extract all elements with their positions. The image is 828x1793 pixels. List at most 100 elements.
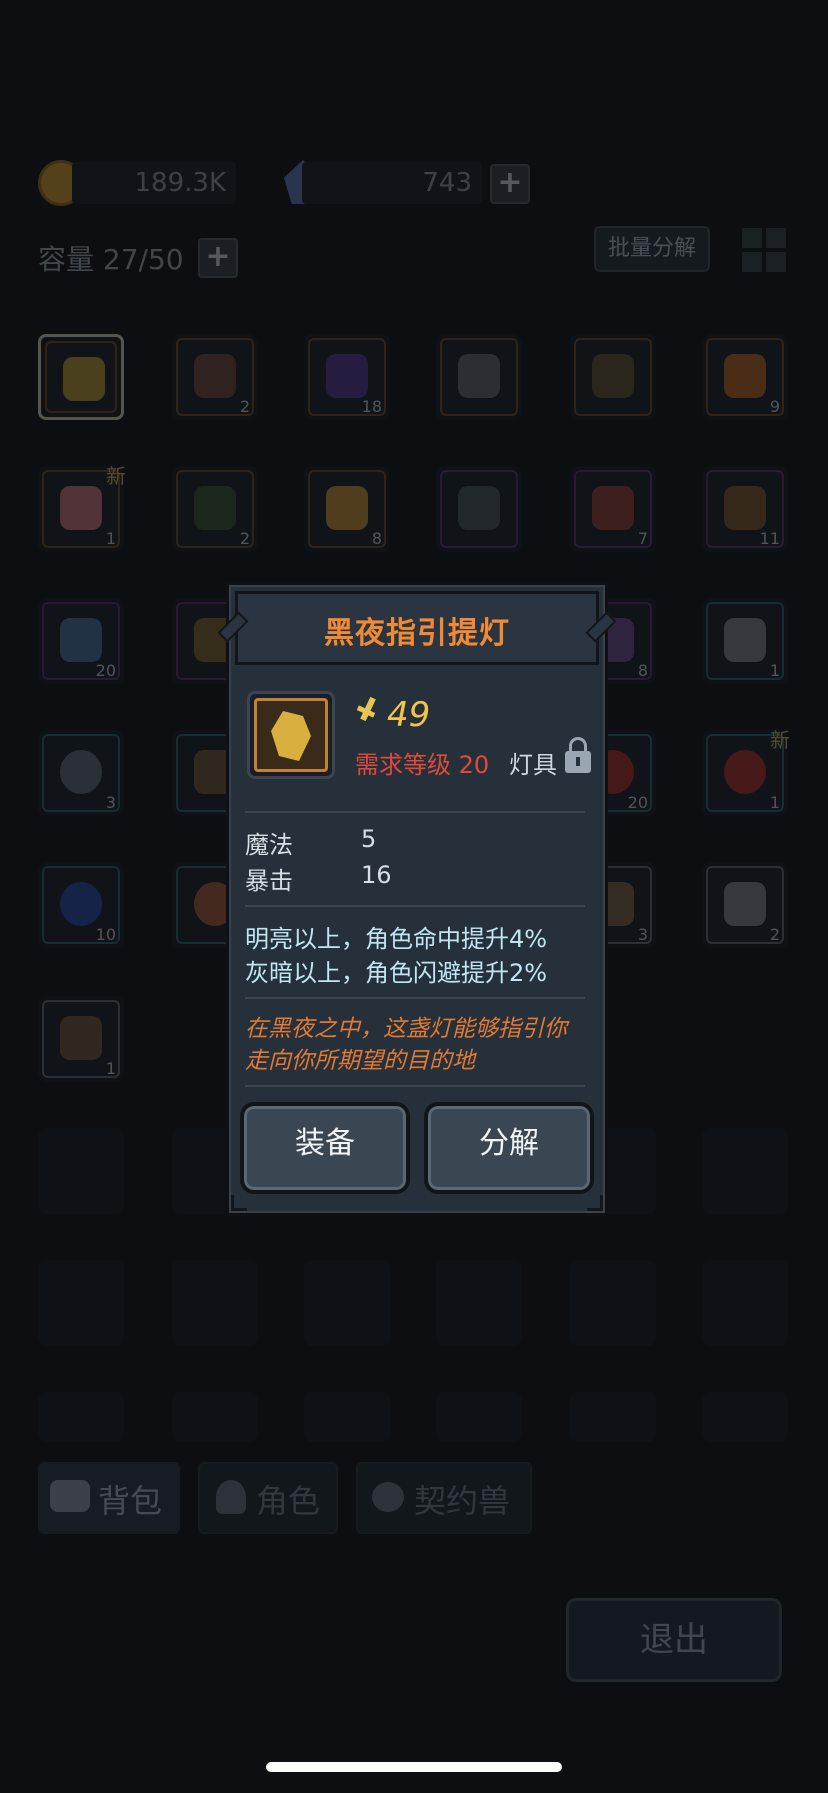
inventory-slot[interactable]: 20 <box>38 598 124 684</box>
equip-button[interactable]: 装备 <box>240 1102 410 1194</box>
lantern-icon <box>271 711 311 761</box>
empty-slot[interactable] <box>172 1392 258 1442</box>
inventory-slot[interactable]: 9 <box>702 334 788 420</box>
empty-slot[interactable] <box>570 1392 656 1442</box>
exit-button[interactable]: 退出 <box>562 1594 786 1686</box>
add-crystal-button[interactable]: + <box>490 164 530 204</box>
inventory-slot[interactable]: 1 <box>702 598 788 684</box>
empty-slot[interactable] <box>702 1260 788 1346</box>
tab-pet[interactable]: 契约兽 <box>356 1462 532 1534</box>
corner-ornament <box>587 1195 603 1211</box>
fire-item-icon <box>724 354 766 398</box>
inventory-slot[interactable]: 1 <box>38 996 124 1082</box>
inventory-slot-selected[interactable] <box>38 334 124 420</box>
paw-icon <box>372 1482 404 1512</box>
egg-item-icon <box>60 486 102 530</box>
inventory-slot[interactable] <box>570 334 656 420</box>
scroll-item-icon <box>592 354 634 398</box>
inventory-slot[interactable]: 8 <box>304 466 390 552</box>
inventory-slot[interactable] <box>436 334 522 420</box>
inventory-slot[interactable]: 2 <box>172 466 258 552</box>
lantern-item-icon <box>63 357 105 401</box>
empty-slot[interactable] <box>38 1392 124 1442</box>
rune-stone-item-icon <box>326 354 368 398</box>
inventory-slot[interactable]: 10 <box>38 862 124 948</box>
inventory-slot[interactable]: 2 <box>172 334 258 420</box>
tab-character-label: 角色 <box>256 1482 321 1520</box>
corner-ornament <box>231 1195 247 1211</box>
herb-item-icon <box>194 486 236 530</box>
modal-header: 黑夜指引提灯 <box>217 591 617 665</box>
bonus-line: 灰暗以上，角色闪避提升2% <box>245 959 548 987</box>
capacity-label: 容量 27/50 <box>38 243 184 276</box>
new-badge: 新 <box>106 464 126 488</box>
mushroom-item-icon <box>194 354 236 398</box>
hammer-item-icon <box>458 486 500 530</box>
empty-slot[interactable] <box>172 1260 258 1346</box>
stat-name-magic: 魔法 <box>245 831 293 859</box>
item-title: 黑夜指引提灯 <box>324 616 510 651</box>
item-icon-border <box>254 698 328 772</box>
empty-slot[interactable] <box>570 1260 656 1346</box>
character-icon <box>216 1480 246 1514</box>
stat-value-crit: 16 <box>361 861 392 889</box>
armor-item-icon <box>724 882 766 926</box>
empty-slot[interactable] <box>436 1260 522 1346</box>
batch-decompose-button[interactable]: 批量分解 <box>594 226 710 272</box>
grid-view-icon[interactable] <box>742 228 788 274</box>
separator <box>245 1085 585 1087</box>
separator <box>245 905 585 907</box>
item-icon-frame <box>247 691 335 779</box>
decompose-button[interactable]: 分解 <box>424 1102 594 1194</box>
tab-character[interactable]: 角色 <box>198 1462 338 1534</box>
flavor-text-line: 在黑夜之中，这盏灯能够指引你 <box>245 1016 567 1042</box>
inventory-slot[interactable]: 7 <box>570 466 656 552</box>
ring-item-icon <box>60 750 102 794</box>
tab-backpack-label: 背包 <box>98 1482 163 1520</box>
separator <box>245 811 585 813</box>
inventory-slot[interactable]: 11 <box>702 466 788 552</box>
empty-slot[interactable] <box>38 1260 124 1346</box>
star-item-icon <box>326 486 368 530</box>
item-type: 灯具 <box>509 751 557 779</box>
empty-slot[interactable] <box>436 1392 522 1442</box>
empty-slot[interactable] <box>304 1260 390 1346</box>
blue-potion-item-icon <box>60 882 102 926</box>
gold-bar: 189.3K <box>72 162 236 204</box>
inventory-slot[interactable]: 3 <box>38 730 124 816</box>
meat-item-icon <box>592 486 634 530</box>
red-potion-item-icon <box>724 750 766 794</box>
empty-slot[interactable] <box>702 1392 788 1442</box>
hood-item-icon <box>458 354 500 398</box>
new-badge: 新 <box>770 728 790 752</box>
inventory-slot[interactable]: 2 <box>702 862 788 948</box>
collar-item-icon <box>60 1016 102 1060</box>
stat-name-crit: 暴击 <box>245 867 293 895</box>
inventory-slot[interactable] <box>436 466 522 552</box>
sword-power-icon <box>355 696 379 725</box>
expand-capacity-button[interactable]: + <box>198 238 238 278</box>
separator <box>245 997 585 999</box>
armor-item-icon <box>724 618 766 662</box>
power-value: 49 <box>387 695 431 735</box>
crystal-bar: 743 <box>302 162 482 204</box>
crystal-amount: 743 <box>422 168 472 198</box>
required-level: 需求等级 20 <box>355 751 490 779</box>
inventory-slot[interactable]: 新1 <box>702 728 790 816</box>
tab-backpack[interactable]: 背包 <box>38 1462 180 1534</box>
map-item-icon <box>60 618 102 662</box>
tab-pet-label: 契约兽 <box>414 1482 511 1520</box>
inventory-slot[interactable]: 新1 <box>38 464 126 552</box>
empty-slot[interactable] <box>702 1128 788 1214</box>
flavor-text-line: 走向你所期望的目的地 <box>245 1048 475 1074</box>
empty-slot[interactable] <box>304 1392 390 1442</box>
stat-value-magic: 5 <box>361 825 377 853</box>
backpack-icon <box>50 1480 90 1512</box>
home-indicator[interactable] <box>266 1762 562 1772</box>
gold-amount: 189.3K <box>134 168 226 198</box>
empty-slot[interactable] <box>38 1128 124 1214</box>
inventory-slot[interactable]: 18 <box>304 334 390 420</box>
bonus-line: 明亮以上，角色命中提升4% <box>245 925 548 953</box>
lock-icon[interactable] <box>565 737 591 775</box>
scepter-item-icon <box>724 486 766 530</box>
